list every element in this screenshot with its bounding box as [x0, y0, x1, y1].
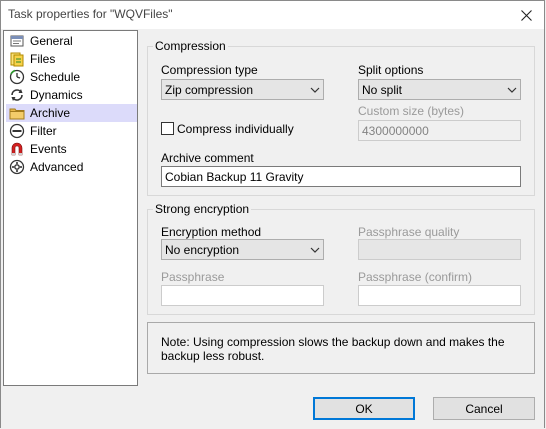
sidebar-item-label: Archive: [30, 106, 71, 120]
passphrase-confirm-field[interactable]: [358, 285, 521, 306]
encryption-group-title: Strong encryption: [153, 202, 252, 216]
note-text: Note: Using compression slows the backup…: [161, 335, 505, 363]
chevron-down-icon: [507, 87, 517, 93]
encryption-method-label: Encryption method: [161, 225, 262, 239]
sidebar-item-dynamics[interactable]: Dynamics: [6, 86, 137, 104]
custom-size-value: 4300000000: [362, 124, 429, 138]
compression-group-title: Compression: [153, 39, 228, 53]
encryption-method-value: No encryption: [165, 243, 240, 257]
split-options-value: No split: [362, 83, 403, 97]
sidebar-item-files[interactable]: Files: [6, 50, 137, 68]
sidebar-item-label: General: [30, 34, 73, 48]
encryption-method-select[interactable]: No encryption: [161, 239, 324, 260]
sidebar-item-label: Dynamics: [30, 88, 83, 102]
window-title: Task properties for "WQVFiles": [8, 7, 173, 21]
task-properties-dialog: Task properties for "WQVFiles" General F…: [0, 0, 545, 428]
files-icon: [9, 51, 25, 67]
sidebar-item-label: Advanced: [30, 160, 84, 174]
sidebar: General Files Schedule Dynamics Archive: [3, 30, 138, 386]
cancel-button[interactable]: Cancel: [433, 397, 535, 420]
split-options-label: Split options: [358, 63, 424, 77]
filter-icon: [9, 123, 25, 139]
dialog-footer: OK Cancel: [1, 388, 544, 428]
events-magnet-icon: [9, 141, 25, 157]
note-panel: Note: Using compression slows the backup…: [147, 322, 535, 374]
dynamics-icon: [9, 87, 25, 103]
sidebar-item-label: Filter: [30, 124, 57, 138]
passphrase-confirm-label: Passphrase (confirm): [358, 270, 473, 284]
sidebar-item-filter[interactable]: Filter: [6, 122, 137, 140]
custom-size-field[interactable]: 4300000000: [358, 120, 521, 141]
sidebar-item-archive[interactable]: Archive: [6, 104, 137, 122]
close-button[interactable]: [508, 1, 544, 29]
compression-type-value: Zip compression: [165, 83, 254, 97]
compression-type-select[interactable]: Zip compression: [161, 79, 324, 100]
general-icon: [9, 33, 25, 49]
title-bar: Task properties for "WQVFiles": [1, 1, 544, 29]
passphrase-field[interactable]: [161, 285, 324, 306]
schedule-icon: [9, 69, 25, 85]
sidebar-item-label: Events: [30, 142, 67, 156]
advanced-gear-icon: [9, 159, 25, 175]
passphrase-quality-label: Passphrase quality: [358, 225, 460, 239]
compress-individually-checkbox[interactable]: [161, 122, 174, 135]
custom-size-label: Custom size (bytes): [358, 104, 465, 118]
sidebar-item-label: Files: [30, 52, 56, 66]
sidebar-item-schedule[interactable]: Schedule: [6, 68, 137, 86]
archive-comment-label: Archive comment: [161, 151, 254, 165]
archive-comment-value: Cobian Backup 11 Gravity: [165, 170, 304, 184]
close-icon: [520, 9, 532, 21]
split-options-select[interactable]: No split: [358, 79, 521, 100]
chevron-down-icon: [310, 247, 320, 253]
sidebar-item-events[interactable]: Events: [6, 140, 137, 158]
ok-button[interactable]: OK: [313, 397, 415, 420]
sidebar-item-general[interactable]: General: [6, 32, 137, 50]
sidebar-item-label: Schedule: [30, 70, 81, 84]
passphrase-quality-bar: [358, 239, 521, 260]
passphrase-label: Passphrase: [161, 270, 225, 284]
archive-folder-icon: [9, 105, 25, 121]
sidebar-item-advanced[interactable]: Advanced: [6, 158, 137, 176]
compress-individually-label: Compress individually: [177, 122, 294, 136]
archive-comment-field[interactable]: Cobian Backup 11 Gravity: [161, 166, 521, 187]
compression-type-label: Compression type: [161, 63, 258, 77]
chevron-down-icon: [310, 87, 320, 93]
